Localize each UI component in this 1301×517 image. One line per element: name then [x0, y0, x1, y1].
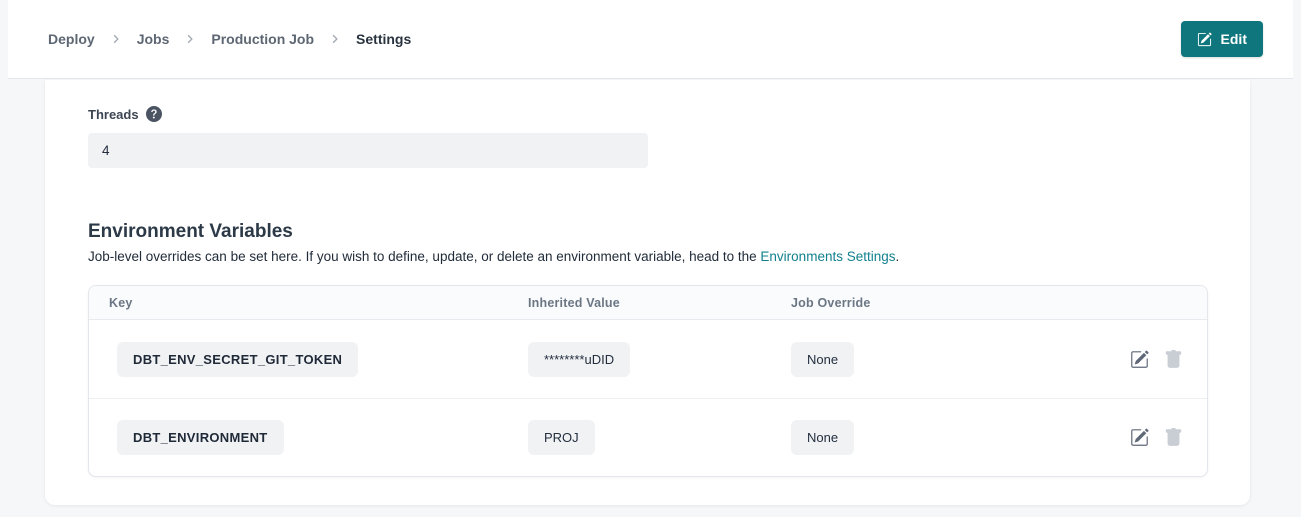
question-circle-icon[interactable]: [146, 106, 162, 122]
row-edit-button[interactable]: [1130, 350, 1149, 369]
edit-button-label: Edit: [1221, 31, 1247, 47]
env-var-inherited-value: ********uDID: [528, 342, 630, 377]
table-row: DBT_ENV_SECRET_GIT_TOKEN ********uDID No…: [89, 320, 1207, 398]
row-edit-button[interactable]: [1130, 428, 1149, 447]
threads-label: Threads: [88, 107, 139, 122]
env-var-job-override: None: [791, 342, 854, 377]
breadcrumb-item-jobs[interactable]: Jobs: [137, 31, 170, 47]
column-header-inherited-value: Inherited Value: [508, 296, 771, 310]
breadcrumb-item-production-job[interactable]: Production Job: [211, 31, 314, 47]
table-row: DBT_ENVIRONMENT PROJ None: [89, 398, 1207, 476]
env-var-job-override: None: [791, 420, 854, 455]
breadcrumb-item-settings: Settings: [356, 31, 411, 47]
row-delete-button[interactable]: [1164, 428, 1183, 447]
env-vars-description: Job-level overrides can be set here. If …: [88, 249, 1208, 264]
chevron-right-icon: [184, 33, 196, 45]
env-var-inherited-value: PROJ: [528, 420, 595, 455]
breadcrumb: Deploy Jobs Production Job Settings: [48, 31, 411, 47]
pencil-square-icon: [1130, 428, 1149, 447]
trash-icon: [1164, 428, 1183, 447]
env-vars-table: Key Inherited Value Job Override DBT_ENV…: [88, 285, 1208, 477]
env-var-key: DBT_ENVIRONMENT: [117, 420, 284, 455]
settings-card: Threads Environment Variables Job-level …: [45, 80, 1250, 505]
page-header: Deploy Jobs Production Job Settings Edit: [8, 0, 1293, 79]
chevron-right-icon: [110, 33, 122, 45]
edit-button[interactable]: Edit: [1181, 21, 1263, 57]
column-header-job-override: Job Override: [771, 296, 1034, 310]
pencil-square-icon: [1197, 32, 1212, 47]
pencil-square-icon: [1130, 350, 1149, 369]
env-vars-description-text: Job-level overrides can be set here. If …: [88, 249, 760, 264]
row-delete-button[interactable]: [1164, 350, 1183, 369]
env-vars-title: Environment Variables: [88, 221, 1208, 243]
breadcrumb-item-deploy[interactable]: Deploy: [48, 31, 95, 47]
env-var-key: DBT_ENV_SECRET_GIT_TOKEN: [117, 342, 358, 377]
trash-icon: [1164, 350, 1183, 369]
chevron-right-icon: [329, 33, 341, 45]
column-header-key: Key: [89, 296, 508, 310]
environments-settings-link[interactable]: Environments Settings: [760, 249, 895, 264]
table-header-row: Key Inherited Value Job Override: [89, 286, 1207, 320]
threads-input[interactable]: [88, 133, 648, 168]
env-vars-description-period: .: [896, 249, 900, 264]
